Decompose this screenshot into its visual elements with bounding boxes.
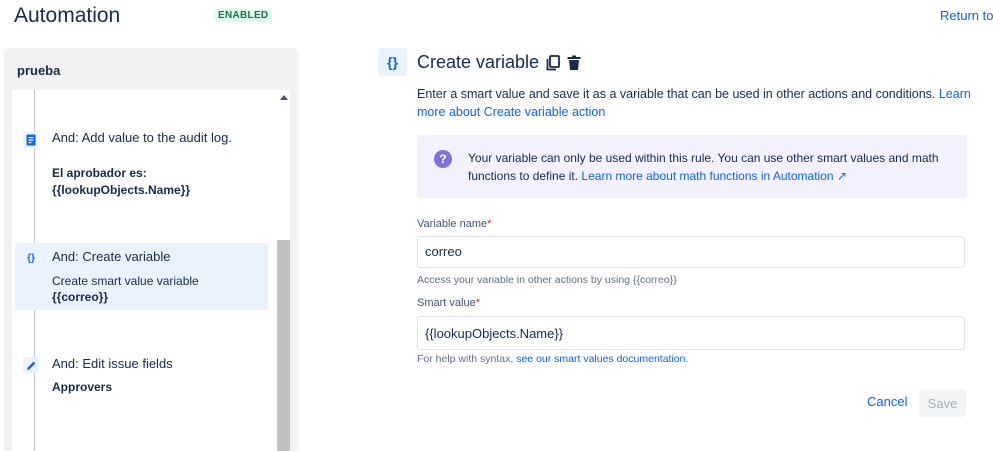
pencil-icon [23, 357, 39, 373]
rule-item-detail: {{correo}} [52, 290, 109, 304]
math-functions-link[interactable]: Learn more about math functions in Autom… [581, 169, 847, 183]
variable-name-help: Access your variable in other actions by… [417, 274, 677, 286]
variable-name-label: Variable name* [417, 218, 492, 230]
rule-item-create-variable[interactable]: {} And: Create variable Create smart val… [15, 243, 268, 310]
cancel-button[interactable]: Cancel [859, 390, 915, 413]
copy-icon[interactable] [546, 55, 560, 71]
question-icon: ? [434, 150, 452, 168]
rule-name: prueba [17, 63, 61, 78]
rule-item-subtitle: Create smart value variable [52, 274, 199, 288]
status-badge: ENABLED [214, 9, 273, 22]
scroll-up-arrow[interactable] [280, 95, 288, 100]
rule-component-list: And: Add value to the audit log. El apro… [12, 90, 290, 451]
rule-item-title: And: Edit issue fields [52, 356, 173, 371]
save-button[interactable]: Save [919, 389, 966, 417]
rule-panel: prueba And: Add value to the audit log. … [4, 48, 299, 451]
rule-item-detail: El aprobador es: {{lookupObjects.Name}} [52, 166, 191, 197]
smart-value-field[interactable] [417, 316, 965, 350]
braces-icon: {} [378, 48, 407, 76]
smart-value-input[interactable] [425, 326, 945, 341]
rule-item-detail: Approvers [52, 380, 113, 394]
return-link[interactable]: Return to [940, 8, 993, 23]
info-panel: ? Your variable can only be used within … [417, 135, 967, 198]
trash-icon[interactable] [567, 55, 581, 71]
log-icon [23, 132, 39, 148]
smart-values-doc-link[interactable]: see our smart values documentation [516, 353, 685, 365]
smart-value-help: For help with syntax, see our smart valu… [417, 353, 689, 365]
braces-icon: {} [23, 250, 39, 266]
variable-name-input[interactable] [425, 244, 945, 259]
info-text: Your variable can only be used within th… [468, 151, 939, 183]
rule-item-audit-log[interactable]: And: Add value to the audit log. El apro… [15, 128, 268, 203]
action-title: Create variable [417, 52, 540, 72]
smart-value-label: Smart value* [417, 297, 480, 309]
rule-item-title: And: Add value to the audit log. [52, 130, 232, 145]
page-title: Automation [14, 4, 121, 27]
rule-item-title: And: Create variable [52, 249, 171, 264]
rule-item-edit-issue-fields[interactable]: And: Edit issue fields Approvers [15, 355, 268, 405]
scrollbar-thumb[interactable] [277, 240, 290, 451]
action-description: Enter a smart value and save it as a var… [417, 87, 971, 119]
variable-name-field[interactable] [417, 236, 965, 268]
